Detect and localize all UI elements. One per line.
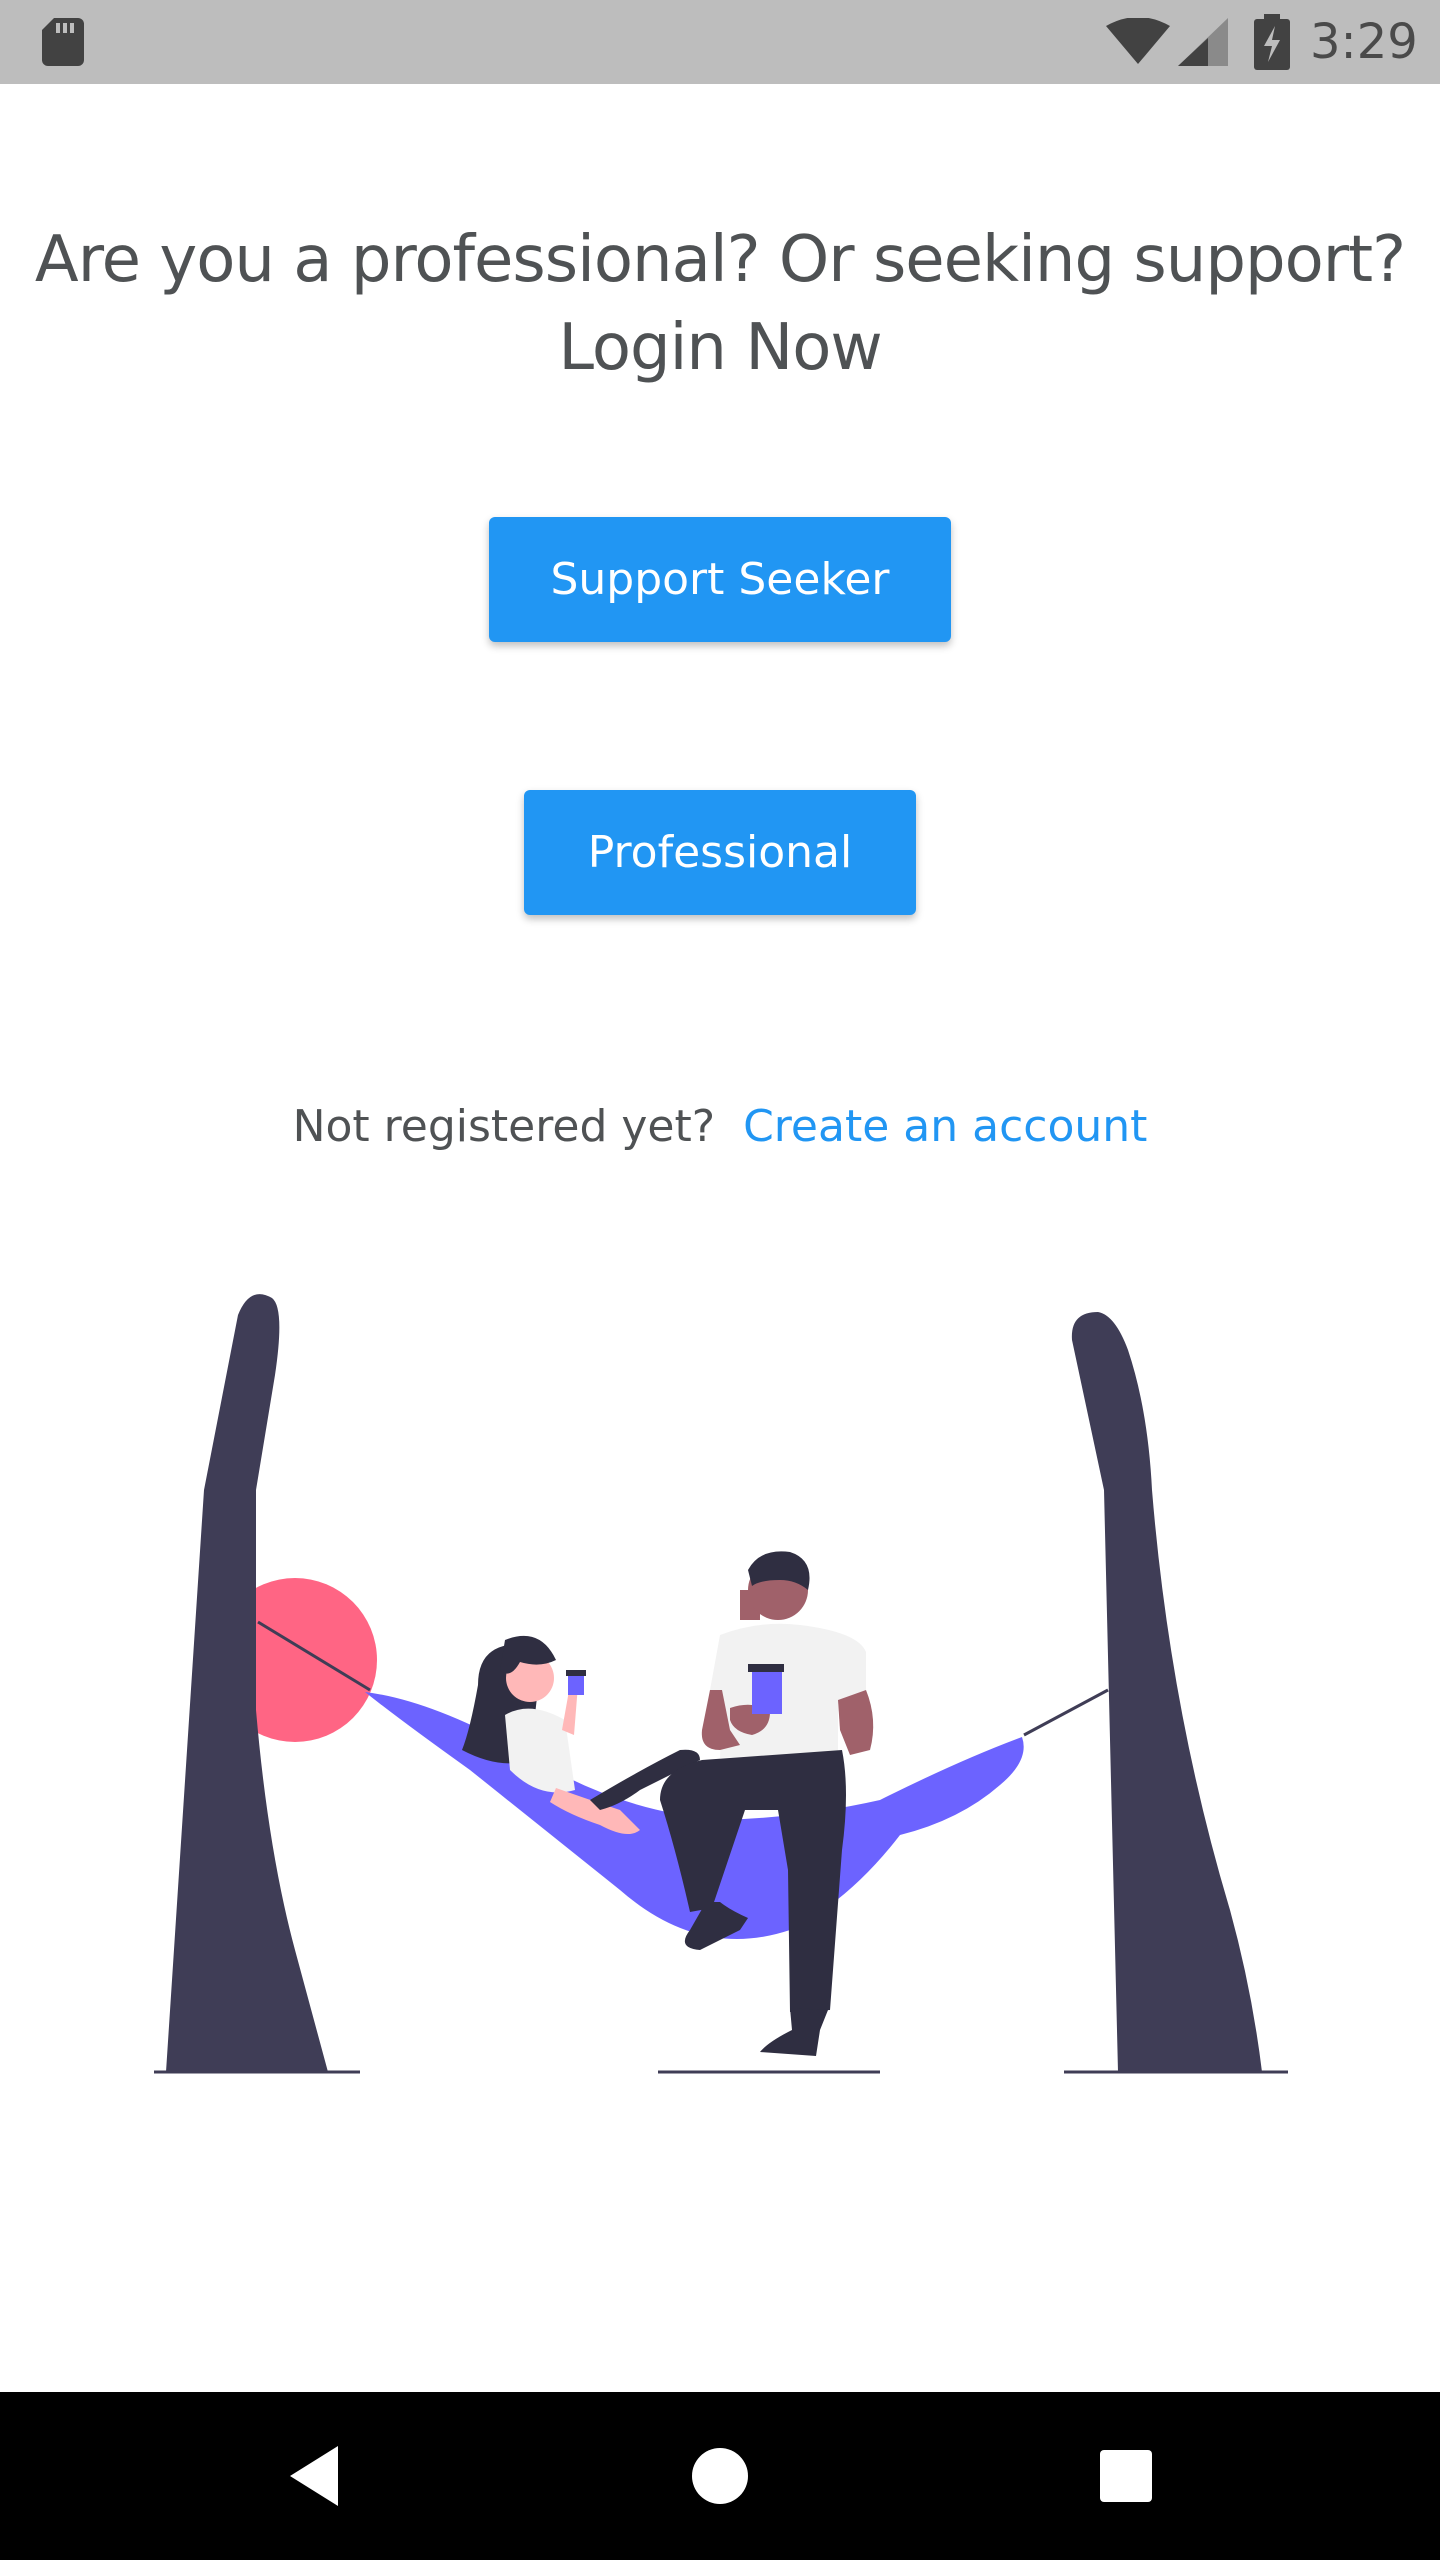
- register-row: Not registered yet? Create an account: [0, 1095, 1440, 1159]
- professional-button[interactable]: Professional: [524, 790, 916, 915]
- create-account-link[interactable]: Create an account: [743, 1101, 1147, 1152]
- battery-charging-icon: [1254, 14, 1290, 70]
- screen: 3:29 Are you a professional? Or seeking …: [0, 0, 1440, 2560]
- recents-icon[interactable]: [1084, 2434, 1168, 2518]
- register-prompt: Not registered yet?: [292, 1101, 716, 1152]
- heading-line-1: Are you a professional? Or seeking suppo…: [34, 223, 1406, 297]
- wifi-icon: [1106, 18, 1170, 64]
- back-icon[interactable]: [276, 2434, 360, 2518]
- home-icon[interactable]: [678, 2434, 762, 2518]
- professional-button-label: Professional: [587, 827, 853, 878]
- status-clock: 3:29: [1310, 14, 1418, 70]
- navigation-bar: [0, 2392, 1440, 2560]
- sd-card-icon: [42, 18, 84, 66]
- status-bar: 3:29: [0, 0, 1440, 84]
- cell-signal-icon: [1178, 18, 1228, 66]
- right-rope: [1023, 1688, 1109, 1737]
- man-figure: [660, 1551, 874, 2056]
- right-tree: [1071, 1312, 1262, 2072]
- heading-line-2: Login Now: [558, 311, 882, 385]
- support-seeker-button[interactable]: Support Seeker: [489, 517, 951, 642]
- support-seeker-button-label: Support Seeker: [550, 554, 890, 605]
- page-heading: Are you a professional? Or seeking suppo…: [0, 216, 1440, 392]
- hammock-illustration: [154, 1294, 1288, 2074]
